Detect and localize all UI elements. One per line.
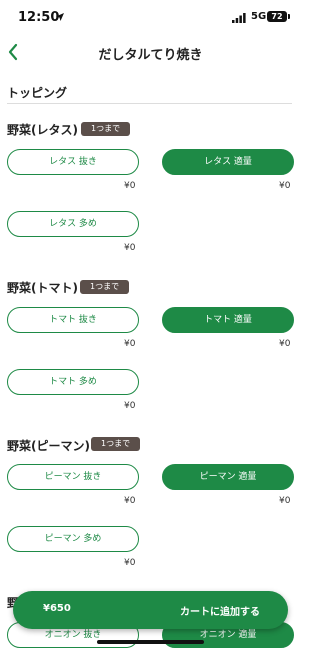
option-lettuce-extra[interactable]: レタス 多め: [7, 211, 139, 237]
add-to-cart-button[interactable]: ¥650 カートに追加する: [13, 591, 288, 629]
option-lettuce-none[interactable]: レタス 抜き: [7, 149, 139, 175]
page-title: だしタルてり焼き: [98, 48, 203, 63]
option-tomato-regular[interactable]: トマト 適量: [162, 307, 294, 333]
option-price: ¥0: [124, 558, 136, 568]
option-price: ¥0: [124, 243, 136, 253]
option-tomato-extra[interactable]: トマト 多め: [7, 369, 139, 395]
option-price: ¥0: [279, 181, 291, 191]
section-divider: [7, 103, 292, 104]
group-title-pepper: 野菜(ピーマン): [7, 439, 90, 453]
battery-icon: 72: [267, 11, 287, 22]
option-price: ¥0: [279, 496, 291, 506]
limit-badge: 1つまで: [80, 280, 130, 294]
signal-bars-icon: [232, 13, 246, 23]
option-tomato-none[interactable]: トマト 抜き: [7, 307, 139, 333]
option-price: ¥0: [124, 496, 136, 506]
section-title: トッピング: [7, 86, 68, 100]
home-indicator: [97, 640, 204, 644]
option-lettuce-regular[interactable]: レタス 適量: [162, 149, 294, 175]
option-price: ¥0: [124, 339, 136, 349]
network-type: 5G: [251, 11, 267, 22]
cart-total: ¥650: [43, 603, 71, 614]
option-price: ¥0: [124, 401, 136, 411]
option-price: ¥0: [124, 181, 136, 191]
limit-badge: 1つまで: [81, 122, 131, 136]
cart-button-label: カートに追加する: [180, 607, 260, 618]
group-title-tomato: 野菜(トマト): [7, 281, 78, 295]
group-title-lettuce: 野菜(レタス): [7, 123, 78, 137]
location-arrow-icon: [56, 13, 64, 21]
status-bar: 12:50 5G 72: [0, 0, 301, 34]
battery-nub: [288, 14, 290, 19]
limit-badge: 1つまで: [91, 437, 141, 451]
status-time: 12:50: [18, 10, 60, 25]
option-pepper-regular[interactable]: ピーマン 適量: [162, 464, 294, 490]
option-pepper-extra[interactable]: ピーマン 多め: [7, 526, 139, 552]
option-price: ¥0: [279, 339, 291, 349]
option-pepper-none[interactable]: ピーマン 抜き: [7, 464, 139, 490]
nav-bar: だしタルてり焼き: [0, 34, 301, 70]
